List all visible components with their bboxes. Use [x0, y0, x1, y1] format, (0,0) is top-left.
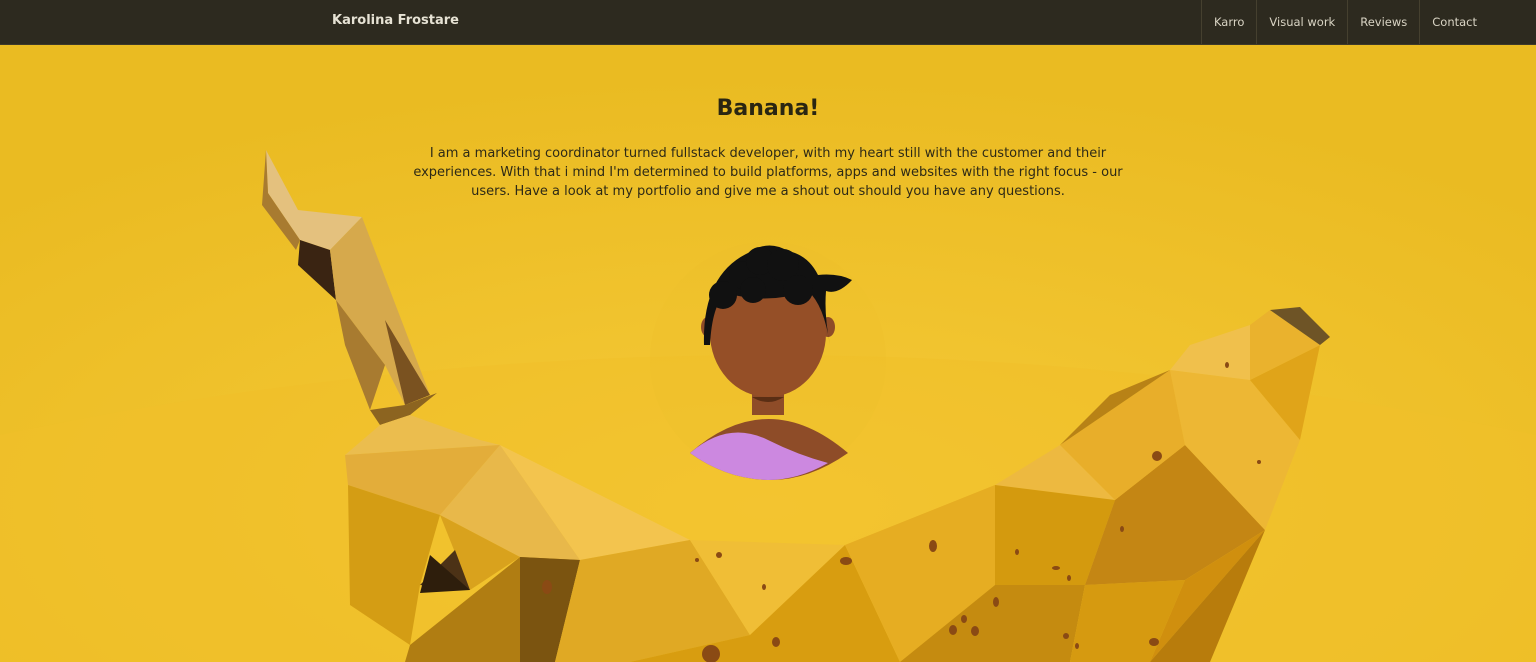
- nav-link-contact[interactable]: Contact: [1419, 0, 1489, 44]
- intro-paragraph: I am a marketing coordinator turned full…: [413, 146, 1123, 199]
- top-navbar: Karolina Frostare Karro Visual work Revi…: [0, 0, 1536, 45]
- nav-link-reviews[interactable]: Reviews: [1347, 0, 1419, 44]
- nav-links: Karro Visual work Reviews Contact: [1200, 0, 1489, 45]
- nav-link-karro[interactable]: Karro: [1200, 0, 1256, 44]
- avatar-illustration: [650, 242, 886, 481]
- nav-link-visual-work[interactable]: Visual work: [1256, 0, 1347, 44]
- hero-section: Banana! I am a marketing coordinator tur…: [0, 45, 1536, 662]
- page-title: Banana!: [716, 96, 820, 121]
- brand-link[interactable]: Karolina Frostare: [332, 13, 459, 28]
